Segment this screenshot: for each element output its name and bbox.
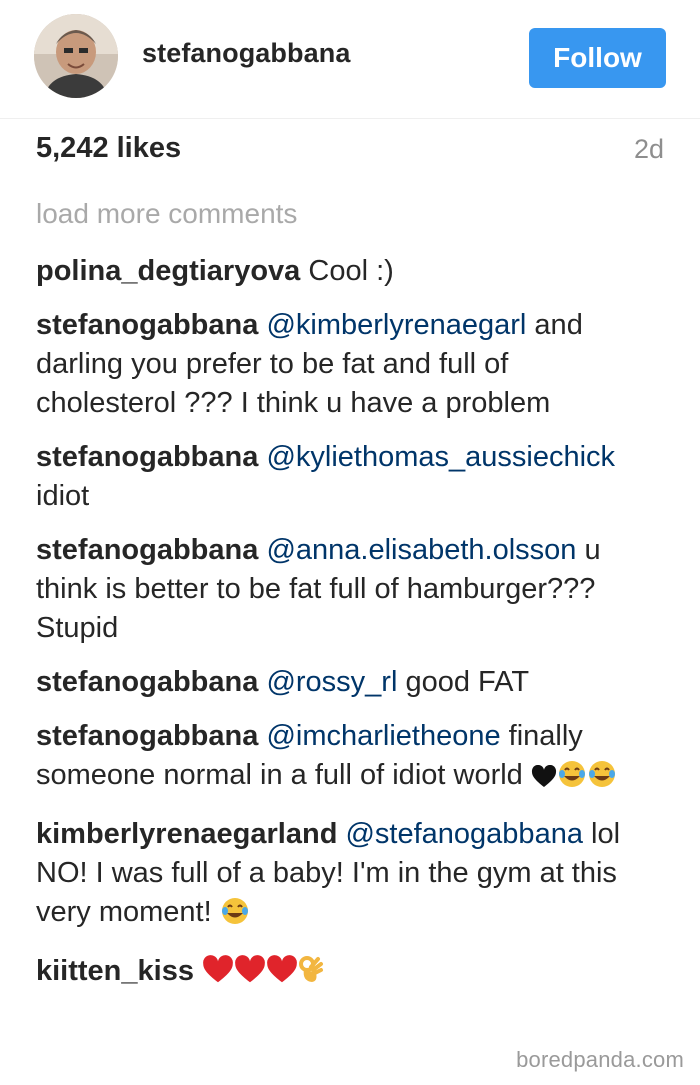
black-heart-icon xyxy=(531,761,557,800)
post-username[interactable]: stefanogabbana xyxy=(142,38,350,69)
comment-text: idiot xyxy=(36,480,90,512)
comment: stefanogabbana @imcharlietheone finally … xyxy=(36,717,636,800)
comment-username[interactable]: kimberlyrenaegarland xyxy=(36,818,337,850)
ok-hand-icon xyxy=(298,955,324,996)
red-heart-icon xyxy=(202,955,234,996)
watermark: boredpanda.com xyxy=(516,1047,684,1072)
comment-username[interactable]: stefanogabbana xyxy=(36,534,258,566)
comment-username[interactable]: kiitten_kiss xyxy=(36,955,194,987)
header-divider xyxy=(0,118,700,119)
avatar[interactable] xyxy=(34,14,118,98)
red-heart-icon xyxy=(266,955,298,996)
comment-text: good FAT xyxy=(397,666,530,698)
likes-count[interactable]: 5,242 likes xyxy=(36,132,181,165)
tears-of-joy-icon xyxy=(220,896,250,937)
comment-username[interactable]: stefanogabbana xyxy=(36,666,258,698)
comment-mention[interactable]: @anna.elisabeth.olsson xyxy=(266,534,576,566)
comment-mention[interactable]: @kimberlyrenaegarl xyxy=(266,309,526,341)
comment-mention[interactable]: @imcharlietheone xyxy=(266,720,500,752)
follow-button[interactable]: Follow xyxy=(529,28,666,88)
comment: stefanogabbana @kimberlyrenaegarl and da… xyxy=(36,306,636,423)
red-heart-icon xyxy=(234,955,266,996)
post-header: stefanogabbana Follow xyxy=(0,0,700,120)
load-more-comments-link[interactable]: load more comments xyxy=(36,198,297,230)
tears-of-joy-icon xyxy=(587,759,617,800)
tears-of-joy-icon xyxy=(557,759,587,800)
comment-mention[interactable]: @stefanogabbana xyxy=(345,818,582,850)
comment-username[interactable]: stefanogabbana xyxy=(36,309,258,341)
comment-username[interactable]: stefanogabbana xyxy=(36,720,258,752)
comment: kimberlyrenaegarland @stefanogabbana lol… xyxy=(36,815,636,937)
comment: polina_degtiaryova Cool :) xyxy=(36,252,636,291)
comment-text: Cool :) xyxy=(300,255,394,287)
comment: stefanogabbana @anna.elisabeth.olsson u … xyxy=(36,531,636,648)
comment: kiitten_kiss xyxy=(36,952,636,996)
comment-username[interactable]: stefanogabbana xyxy=(36,441,258,473)
post-timestamp[interactable]: 2d xyxy=(634,134,664,165)
comment: stefanogabbana @kyliethomas_aussiechick … xyxy=(36,438,636,516)
comment-mention[interactable]: @kyliethomas_aussiechick xyxy=(266,441,615,473)
comment-list: polina_degtiaryova Cool :) stefanogabban… xyxy=(36,252,636,1011)
comment-username[interactable]: polina_degtiaryova xyxy=(36,255,300,287)
comment-mention[interactable]: @rossy_rl xyxy=(266,666,397,698)
comment: stefanogabbana @rossy_rl good FAT xyxy=(36,663,636,702)
